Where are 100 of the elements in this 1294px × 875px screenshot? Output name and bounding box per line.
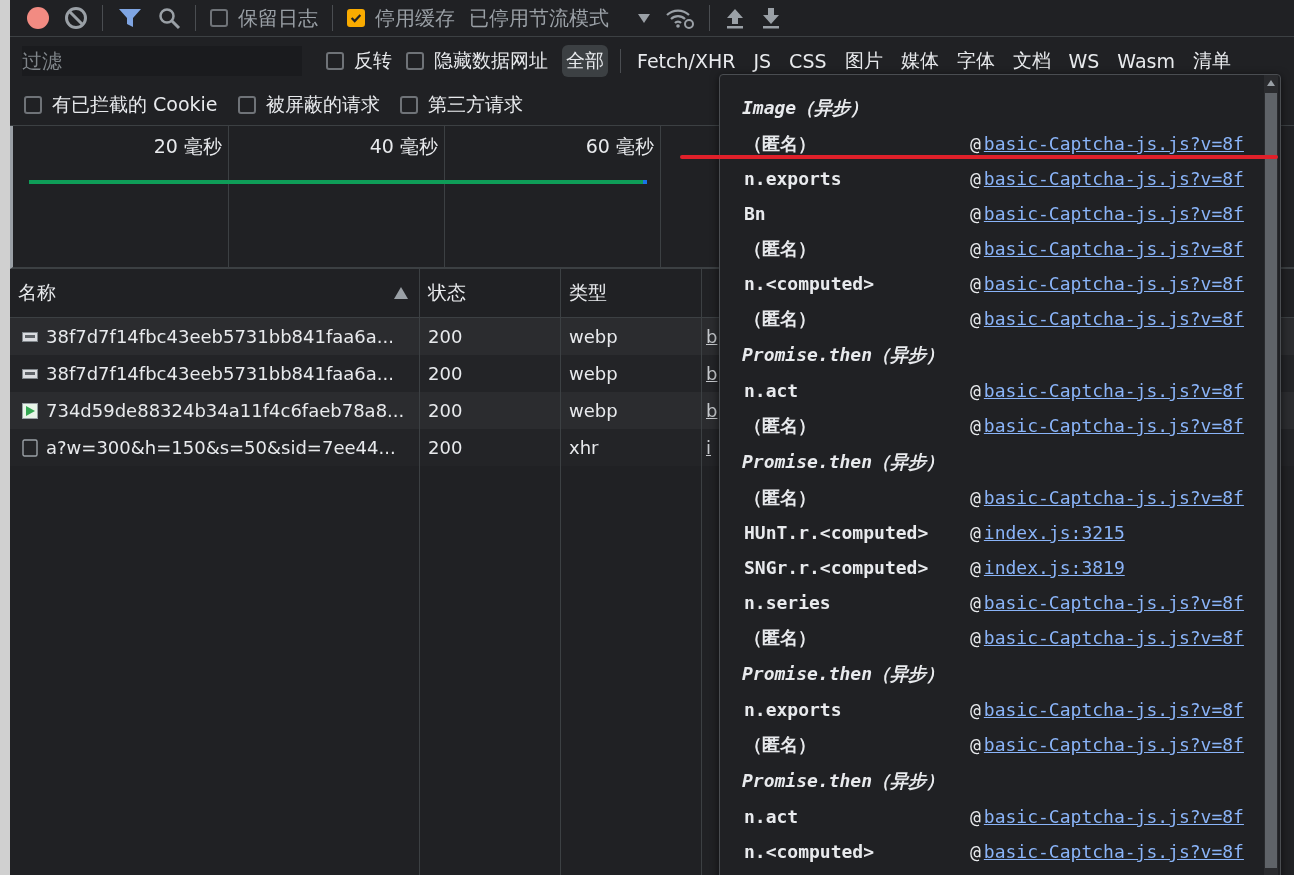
at-sign: @: [970, 557, 981, 578]
source-link[interactable]: basic-Captcha-js.js?v=8f: [983, 238, 1244, 259]
filter-field[interactable]: 过滤: [22, 46, 302, 76]
source-link[interactable]: basic-Captcha-js.js?v=8f: [983, 203, 1244, 224]
at-sign: @: [970, 699, 981, 720]
image-file-icon: [22, 331, 38, 342]
column-header[interactable]: 状态: [428, 280, 466, 306]
type-filter-chip[interactable]: 清单: [1189, 45, 1235, 77]
at-sign: @: [970, 168, 981, 189]
column-header[interactable]: 名称: [18, 280, 56, 306]
at-sign: @: [970, 627, 981, 648]
at-sign: @: [970, 415, 981, 436]
search-icon[interactable]: [157, 6, 181, 30]
clear-icon[interactable]: [64, 6, 88, 30]
type-filter-chip[interactable]: Wasm: [1113, 47, 1179, 75]
initiator-link[interactable]: b: [706, 326, 718, 347]
source-link[interactable]: basic-Captcha-js.js?v=8f: [983, 627, 1244, 648]
checkbox[interactable]: 停用缓存: [347, 4, 455, 32]
checkbox[interactable]: 有已拦截的 Cookie: [24, 92, 218, 118]
initiator-link[interactable]: i: [706, 437, 711, 458]
at-sign: @: [970, 592, 981, 613]
at-sign: @: [970, 487, 981, 508]
checkbox[interactable]: 反转: [326, 48, 392, 74]
image-file-icon: [22, 402, 38, 419]
source-link[interactable]: basic-Captcha-js.js?v=8f: [983, 734, 1244, 755]
table-cell: 200: [428, 363, 463, 384]
type-filter-chip[interactable]: 字体: [952, 45, 999, 77]
type-filter-chip[interactable]: WS: [1064, 47, 1104, 75]
source-link[interactable]: index.js:3215: [983, 522, 1125, 543]
function-name: n.exports: [743, 168, 843, 189]
record-icon[interactable]: [26, 6, 50, 30]
checkbox[interactable]: 被屏蔽的请求: [237, 92, 380, 118]
source-link[interactable]: basic-Captcha-js.js?v=8f: [983, 699, 1244, 720]
at-sign: @: [970, 522, 981, 543]
table-cell: 38f7d7f14fbc43eeb5731bb841faa6a...: [46, 363, 394, 384]
function-name: n.series: [743, 592, 832, 613]
initiator-link[interactable]: b: [706, 400, 718, 421]
function-name: SNGr.r.<computed>: [743, 557, 930, 578]
scroll-up-icon[interactable]: [1266, 79, 1276, 87]
at-sign: @: [970, 238, 981, 259]
at-sign: @: [970, 380, 981, 401]
caret-icon[interactable]: [637, 12, 651, 24]
table-cell: webp: [569, 363, 618, 384]
type-filter-chip[interactable]: Fetch/XHR: [633, 47, 740, 75]
time-tick-label: 40 毫秒: [369, 134, 438, 158]
type-filter-chip[interactable]: CSS: [785, 47, 831, 75]
function-name: （匿名）: [743, 485, 817, 510]
async-label: Image（异步）: [742, 95, 869, 120]
scrollbar[interactable]: [1264, 75, 1278, 875]
filter-icon[interactable]: [117, 6, 143, 30]
time-tick-label: 20 毫秒: [153, 134, 222, 158]
type-filter-chip[interactable]: 文档: [1008, 45, 1055, 77]
checkbox[interactable]: 保留日志: [210, 4, 318, 32]
async-label: Promise.then（异步）: [742, 661, 945, 686]
function-name: n.exports: [743, 699, 843, 720]
at-sign: @: [970, 273, 981, 294]
type-filter-chip[interactable]: 媒体: [896, 45, 943, 77]
source-link[interactable]: basic-Captcha-js.js?v=8f: [983, 415, 1244, 436]
at-sign: @: [970, 806, 981, 827]
async-label: Promise.then（异步）: [742, 768, 945, 793]
scrollbar-thumb[interactable]: [1265, 93, 1277, 868]
source-link[interactable]: basic-Captcha-js.js?v=8f: [983, 592, 1244, 613]
function-name: （匿名）: [743, 732, 817, 757]
function-name: （匿名）: [743, 306, 817, 331]
type-filter-chip[interactable]: 图片: [840, 45, 887, 77]
checkbox[interactable]: 第三方请求: [399, 92, 523, 118]
table-cell: 200: [428, 326, 463, 347]
source-link[interactable]: basic-Captcha-js.js?v=8f: [983, 806, 1244, 827]
source-link[interactable]: basic-Captcha-js.js?v=8f: [983, 308, 1244, 329]
source-link[interactable]: basic-Captcha-js.js?v=8f: [983, 380, 1244, 401]
source-link[interactable]: basic-Captcha-js.js?v=8f: [983, 841, 1244, 862]
function-name: （匿名）: [743, 413, 817, 438]
function-name: n.<computed>: [743, 841, 876, 862]
async-label: Promise.then（异步）: [742, 449, 945, 474]
table-cell: webp: [569, 326, 618, 347]
image-file-icon: [22, 368, 38, 379]
function-name: n.<computed>: [743, 273, 876, 294]
initiator-link[interactable]: b: [706, 363, 718, 384]
function-name: Bn: [743, 203, 767, 224]
throttle-dropdown[interactable]: 已停用节流模式: [469, 4, 609, 32]
at-sign: @: [970, 203, 981, 224]
time-tick-label: 60 毫秒: [585, 134, 654, 158]
function-name: n.act: [743, 380, 800, 401]
at-sign: @: [970, 841, 981, 862]
source-link[interactable]: basic-Captcha-js.js?v=8f: [983, 168, 1244, 189]
function-name: n.act: [743, 806, 800, 827]
source-link[interactable]: basic-Captcha-js.js?v=8f: [983, 133, 1244, 154]
column-header[interactable]: 类型: [569, 280, 607, 306]
table-cell: xhr: [569, 437, 599, 458]
download-icon[interactable]: [760, 6, 782, 30]
type-filter-chip[interactable]: 全部: [562, 45, 608, 77]
table-cell: a?w=300&h=150&s=50&sid=7ee44...: [46, 437, 396, 458]
type-filter-chip[interactable]: JS: [749, 47, 776, 75]
source-link[interactable]: basic-Captcha-js.js?v=8f: [983, 487, 1244, 508]
source-link[interactable]: index.js:3819: [983, 557, 1125, 578]
async-label: Promise.then（异步）: [742, 342, 945, 367]
table-cell: webp: [569, 400, 618, 421]
table-cell: 200: [428, 400, 463, 421]
source-link[interactable]: basic-Captcha-js.js?v=8f: [983, 273, 1244, 294]
checkbox[interactable]: 隐藏数据网址: [406, 48, 548, 74]
